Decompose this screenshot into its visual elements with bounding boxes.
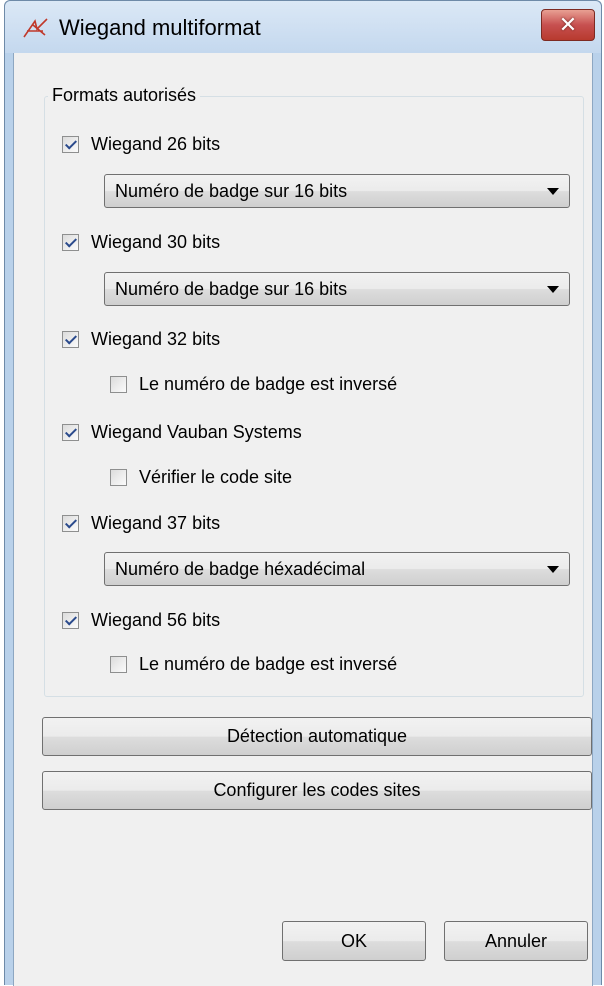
checkbox-label: Wiegand 56 bits: [91, 609, 221, 630]
dialog-window: Wiegand multiformat ✕ Formats autorisés …: [4, 0, 602, 986]
combo-selected-value: Numéro de badge héxadécimal: [115, 558, 366, 579]
checkbox-label: Wiegand 30 bits: [91, 231, 221, 252]
close-icon: ✕: [558, 12, 578, 37]
checkbox-label: Wiegand 26 bits: [91, 133, 221, 154]
checkbox-checked-icon[interactable]: [62, 233, 79, 251]
checkbox-checked-icon[interactable]: [62, 135, 79, 153]
chevron-down-icon[interactable]: [547, 565, 559, 573]
checkbox-label: Wiegand 32 bits: [91, 328, 221, 349]
checkbox-wiegand-56-reverse[interactable]: Le numéro de badge est inversé: [110, 651, 397, 677]
checkbox-label: Vérifier le code site: [139, 466, 293, 487]
checkbox-unchecked-icon[interactable]: [110, 468, 127, 486]
checkbox-label: Wiegand Vauban Systems: [91, 421, 302, 442]
checkbox-checked-icon[interactable]: [62, 611, 79, 629]
checkbox-wiegand-26[interactable]: Wiegand 26 bits: [62, 131, 220, 157]
chevron-down-icon[interactable]: [547, 187, 559, 195]
combo-wiegand-30-format[interactable]: Numéro de badge sur 16 bits: [104, 272, 570, 306]
checkbox-unchecked-icon[interactable]: [110, 655, 127, 673]
checkbox-label: Wiegand 37 bits: [91, 512, 221, 533]
chevron-down-icon[interactable]: [547, 285, 559, 293]
combo-wiegand-37-format[interactable]: Numéro de badge héxadécimal: [104, 552, 570, 586]
window-title: Wiegand multiformat: [59, 15, 261, 40]
app-logo-icon: [23, 18, 48, 38]
configure-site-codes-button[interactable]: Configurer les codes sites: [42, 771, 592, 810]
ok-button[interactable]: OK: [282, 921, 426, 961]
checkbox-label: Le numéro de badge est inversé: [139, 373, 398, 394]
checkbox-wiegand-32-reverse[interactable]: Le numéro de badge est inversé: [110, 371, 397, 397]
checkbox-checked-icon[interactable]: [62, 423, 79, 441]
combo-wiegand-26-format[interactable]: Numéro de badge sur 16 bits: [104, 174, 570, 208]
checkbox-wiegand-37[interactable]: Wiegand 37 bits: [62, 510, 220, 536]
checkbox-checked-icon[interactable]: [62, 514, 79, 532]
combo-selected-value: Numéro de badge sur 16 bits: [115, 180, 348, 201]
checkbox-wiegand-vauban[interactable]: Wiegand Vauban Systems: [62, 419, 302, 445]
auto-detect-button[interactable]: Détection automatique: [42, 717, 592, 756]
checkbox-checked-icon[interactable]: [62, 330, 79, 348]
title-bar[interactable]: Wiegand multiformat ✕: [5, 1, 601, 53]
combo-selected-value: Numéro de badge sur 16 bits: [115, 278, 348, 299]
checkbox-vauban-site-code[interactable]: Vérifier le code site: [110, 464, 292, 490]
checkbox-unchecked-icon[interactable]: [110, 375, 127, 393]
checkbox-label: Le numéro de badge est inversé: [139, 653, 398, 674]
formats-groupbox-legend: Formats autorisés: [48, 85, 201, 106]
checkbox-wiegand-32[interactable]: Wiegand 32 bits: [62, 326, 220, 352]
cancel-button[interactable]: Annuler: [444, 921, 588, 961]
checkbox-wiegand-30[interactable]: Wiegand 30 bits: [62, 229, 220, 255]
checkbox-wiegand-56[interactable]: Wiegand 56 bits: [62, 607, 220, 633]
dialog-client-area: Formats autorisés Wiegand 26 bits Numéro…: [13, 53, 593, 986]
close-button[interactable]: ✕: [541, 9, 595, 41]
